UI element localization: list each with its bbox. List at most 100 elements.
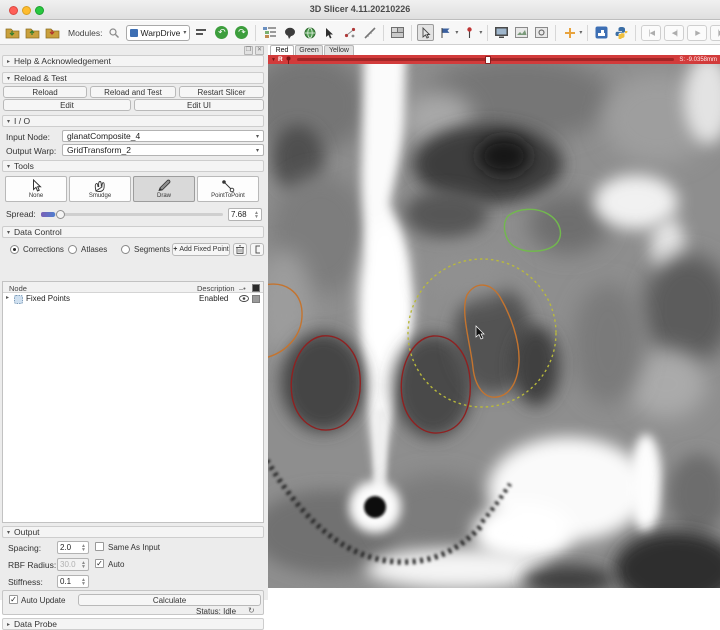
section-data-probe[interactable]: ▸ Data Probe xyxy=(2,618,264,630)
add-data-plus-icon[interactable] xyxy=(561,24,578,41)
reload-button[interactable]: Reload xyxy=(3,86,87,98)
sequence-previous-button[interactable]: ◀| xyxy=(664,25,684,41)
section-io[interactable]: ▾ I / O xyxy=(2,115,264,127)
spread-spinbox[interactable]: 7.68 ▲▼ xyxy=(228,208,262,221)
place-point-button[interactable] xyxy=(461,24,478,41)
module-back-icon[interactable]: ↶ xyxy=(213,24,230,41)
clear-corrections-button[interactable] xyxy=(250,243,264,256)
pin-icon[interactable] xyxy=(285,56,292,64)
tab-yellow[interactable]: Yellow xyxy=(324,45,354,55)
segments-radio[interactable] xyxy=(121,245,130,254)
spin-arrows-icon[interactable]: ▲▼ xyxy=(81,578,86,586)
tool-none-button[interactable]: None xyxy=(5,176,67,202)
transforms-icon[interactable] xyxy=(321,24,338,41)
pointer-mode-button[interactable] xyxy=(417,24,434,41)
atlases-radio[interactable] xyxy=(68,245,77,254)
subject-hierarchy-icon[interactable] xyxy=(261,24,278,41)
module-icon xyxy=(130,29,138,37)
input-node-combobox[interactable]: glanatComposite_4 ▾ xyxy=(62,130,264,142)
section-reload-test[interactable]: ▾ Reload & Test xyxy=(2,72,264,84)
fixed-points-description: Enabled xyxy=(199,294,228,303)
status-text: Status: Idle xyxy=(196,607,236,616)
add-fixed-point-button[interactable]: + Add Fixed Point xyxy=(172,243,230,256)
node-column-header[interactable]: Node xyxy=(9,284,27,293)
python-console-icon[interactable] xyxy=(613,24,630,41)
delete-point-button[interactable] xyxy=(233,243,247,256)
section-help[interactable]: ▸ Help & Acknowledgement xyxy=(2,55,264,67)
slice-view-label: R xyxy=(278,56,283,63)
output-warp-combobox[interactable]: GridTransform_2 ▾ xyxy=(62,144,264,156)
panel-float-icon[interactable]: ❐ xyxy=(244,46,253,55)
spin-arrows-icon[interactable]: ▲▼ xyxy=(81,544,86,552)
auto-checkbox[interactable]: ✓ xyxy=(95,559,104,568)
chevron-down-icon: ▾ xyxy=(256,147,259,154)
corrections-radio[interactable] xyxy=(10,245,19,254)
edit-button[interactable]: Edit xyxy=(3,99,131,111)
reload-and-test-button[interactable]: Reload and Test xyxy=(90,86,176,98)
tool-smudge-button[interactable]: Smudge xyxy=(69,176,131,202)
spacing-value: 2.0 xyxy=(60,543,71,552)
place-flag-caret-icon[interactable]: ▾ xyxy=(455,29,458,36)
rbf-radius-spinbox[interactable]: 30.0 ▲▼ xyxy=(57,558,89,571)
module-selector[interactable]: WarpDrive ▾ xyxy=(126,25,191,41)
annotations-icon[interactable] xyxy=(281,24,298,41)
extensions-manager-icon[interactable] xyxy=(593,24,610,41)
measurements-icon[interactable] xyxy=(361,24,378,41)
collapsed-arrow-icon: ▸ xyxy=(7,621,10,628)
add-data-caret-icon[interactable]: ▾ xyxy=(579,29,582,36)
sequence-play-button[interactable]: ▶ xyxy=(687,25,707,41)
spacing-spinbox[interactable]: 2.0 ▲▼ xyxy=(57,541,89,554)
panel-close-icon[interactable]: ✕ xyxy=(255,46,264,55)
sequence-next-button[interactable]: |▶ xyxy=(710,25,720,41)
layout-selector-icon[interactable] xyxy=(389,24,406,41)
markups-icon[interactable] xyxy=(341,24,358,41)
expanded-arrow-icon: ▾ xyxy=(7,75,10,82)
section-tools[interactable]: ▾ Tools xyxy=(2,160,264,172)
row-expander-icon[interactable]: ▸ xyxy=(6,294,9,301)
place-point-caret-icon[interactable]: ▾ xyxy=(479,29,482,36)
tool-draw-button[interactable]: Draw xyxy=(133,176,195,202)
spin-arrows-icon[interactable]: ▲▼ xyxy=(254,211,259,219)
place-flag-button[interactable] xyxy=(437,24,454,41)
load-data-icon[interactable] xyxy=(24,24,41,41)
slice-offset-handle[interactable] xyxy=(485,56,491,64)
rbf-radius-value: 30.0 xyxy=(60,560,76,569)
tool-none-label: None xyxy=(29,193,43,199)
row-color-swatch[interactable] xyxy=(252,295,260,303)
tool-draw-label: Draw xyxy=(157,193,171,199)
sequence-first-button[interactable]: |◀ xyxy=(641,25,661,41)
same-as-input-checkbox[interactable] xyxy=(95,542,104,551)
restart-slicer-button[interactable]: Restart Slicer xyxy=(179,86,264,98)
corrections-table[interactable]: Node Description –• ▸ Fixed Points Enabl… xyxy=(2,281,264,523)
section-output[interactable]: ▾ Output xyxy=(2,526,264,538)
calculate-button[interactable]: Calculate xyxy=(78,594,261,606)
section-data-control[interactable]: ▾ Data Control xyxy=(2,226,264,238)
tool-smudge-label: Smudge xyxy=(89,193,111,199)
mri-slice-image[interactable] xyxy=(268,64,720,588)
spread-slider[interactable] xyxy=(55,213,223,216)
slice-menu-caret-icon[interactable]: ▼ xyxy=(271,57,276,63)
color-column-icon[interactable] xyxy=(252,284,260,292)
tab-red[interactable]: Red xyxy=(270,45,294,55)
module-search-icon[interactable] xyxy=(106,24,123,41)
capture-options-icon[interactable] xyxy=(533,24,550,41)
edit-ui-button[interactable]: Edit UI xyxy=(134,99,264,111)
tab-green[interactable]: Green xyxy=(295,45,323,55)
module-forward-icon[interactable]: ↷ xyxy=(233,24,250,41)
load-dicom-icon[interactable] xyxy=(4,24,21,41)
fixed-points-row[interactable]: ▸ Fixed Points Enabled xyxy=(3,293,263,305)
scene-capture-icon[interactable] xyxy=(513,24,530,41)
stiffness-spinbox[interactable]: 0.1 ▲▼ xyxy=(57,575,89,588)
module-history-menu-icon[interactable] xyxy=(193,24,210,41)
visibility-column-icon[interactable]: –• xyxy=(239,284,246,293)
screen-capture-icon[interactable] xyxy=(493,24,510,41)
tool-pointtopoint-button[interactable]: PointToPoint xyxy=(197,176,259,202)
slice-offset-slider[interactable] xyxy=(297,58,675,61)
expanded-arrow-icon: ▾ xyxy=(7,529,10,536)
scene-views-icon[interactable] xyxy=(301,24,318,41)
eye-icon[interactable] xyxy=(239,295,249,302)
save-scene-icon[interactable] xyxy=(44,24,61,41)
spread-slider-handle[interactable] xyxy=(56,210,65,219)
description-column-header[interactable]: Description xyxy=(197,284,235,293)
window-title: 3D Slicer 4.11.20210226 xyxy=(0,4,720,14)
